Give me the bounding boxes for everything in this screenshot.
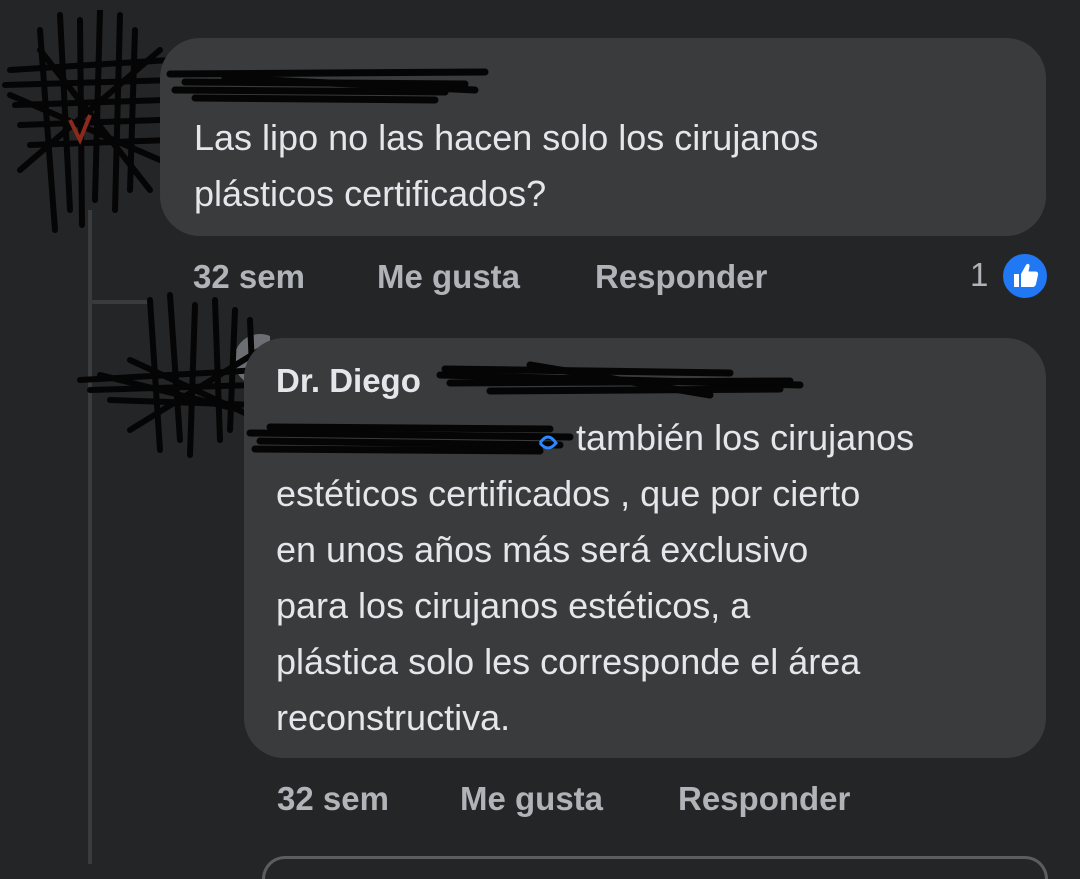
reaction-count[interactable]: 1: [970, 256, 988, 294]
comment-text: también los cirujanos estéticos certific…: [276, 417, 915, 738]
author-name-redacted: [430, 355, 810, 405]
redaction-scribble-icon: [436, 361, 804, 399]
avatar-redacted[interactable]: [0, 7, 180, 240]
cut-off-text-fragment: [400, 0, 700, 4]
thumbs-up-icon[interactable]: [1000, 251, 1050, 301]
thumbs-up-glyph: [1014, 263, 1039, 287]
redaction-scribble-icon: [166, 68, 489, 104]
reply-button[interactable]: Responder: [595, 258, 767, 296]
comment-timestamp[interactable]: 32 sem: [277, 780, 389, 818]
comment-author[interactable]: Dr. Diego: [276, 362, 421, 400]
next-comment-input-partial[interactable]: [262, 856, 1048, 879]
author-name-redacted: [165, 62, 495, 110]
like-button[interactable]: Me gusta: [460, 780, 603, 818]
redaction-scribble-icon: [2, 7, 178, 233]
reply-button[interactable]: Responder: [678, 780, 850, 818]
comment-text: Las lipo no las hacen solo los cirujanos…: [194, 117, 819, 214]
previous-comment-remnant: [400, 0, 700, 4]
like-button[interactable]: Me gusta: [377, 258, 520, 296]
